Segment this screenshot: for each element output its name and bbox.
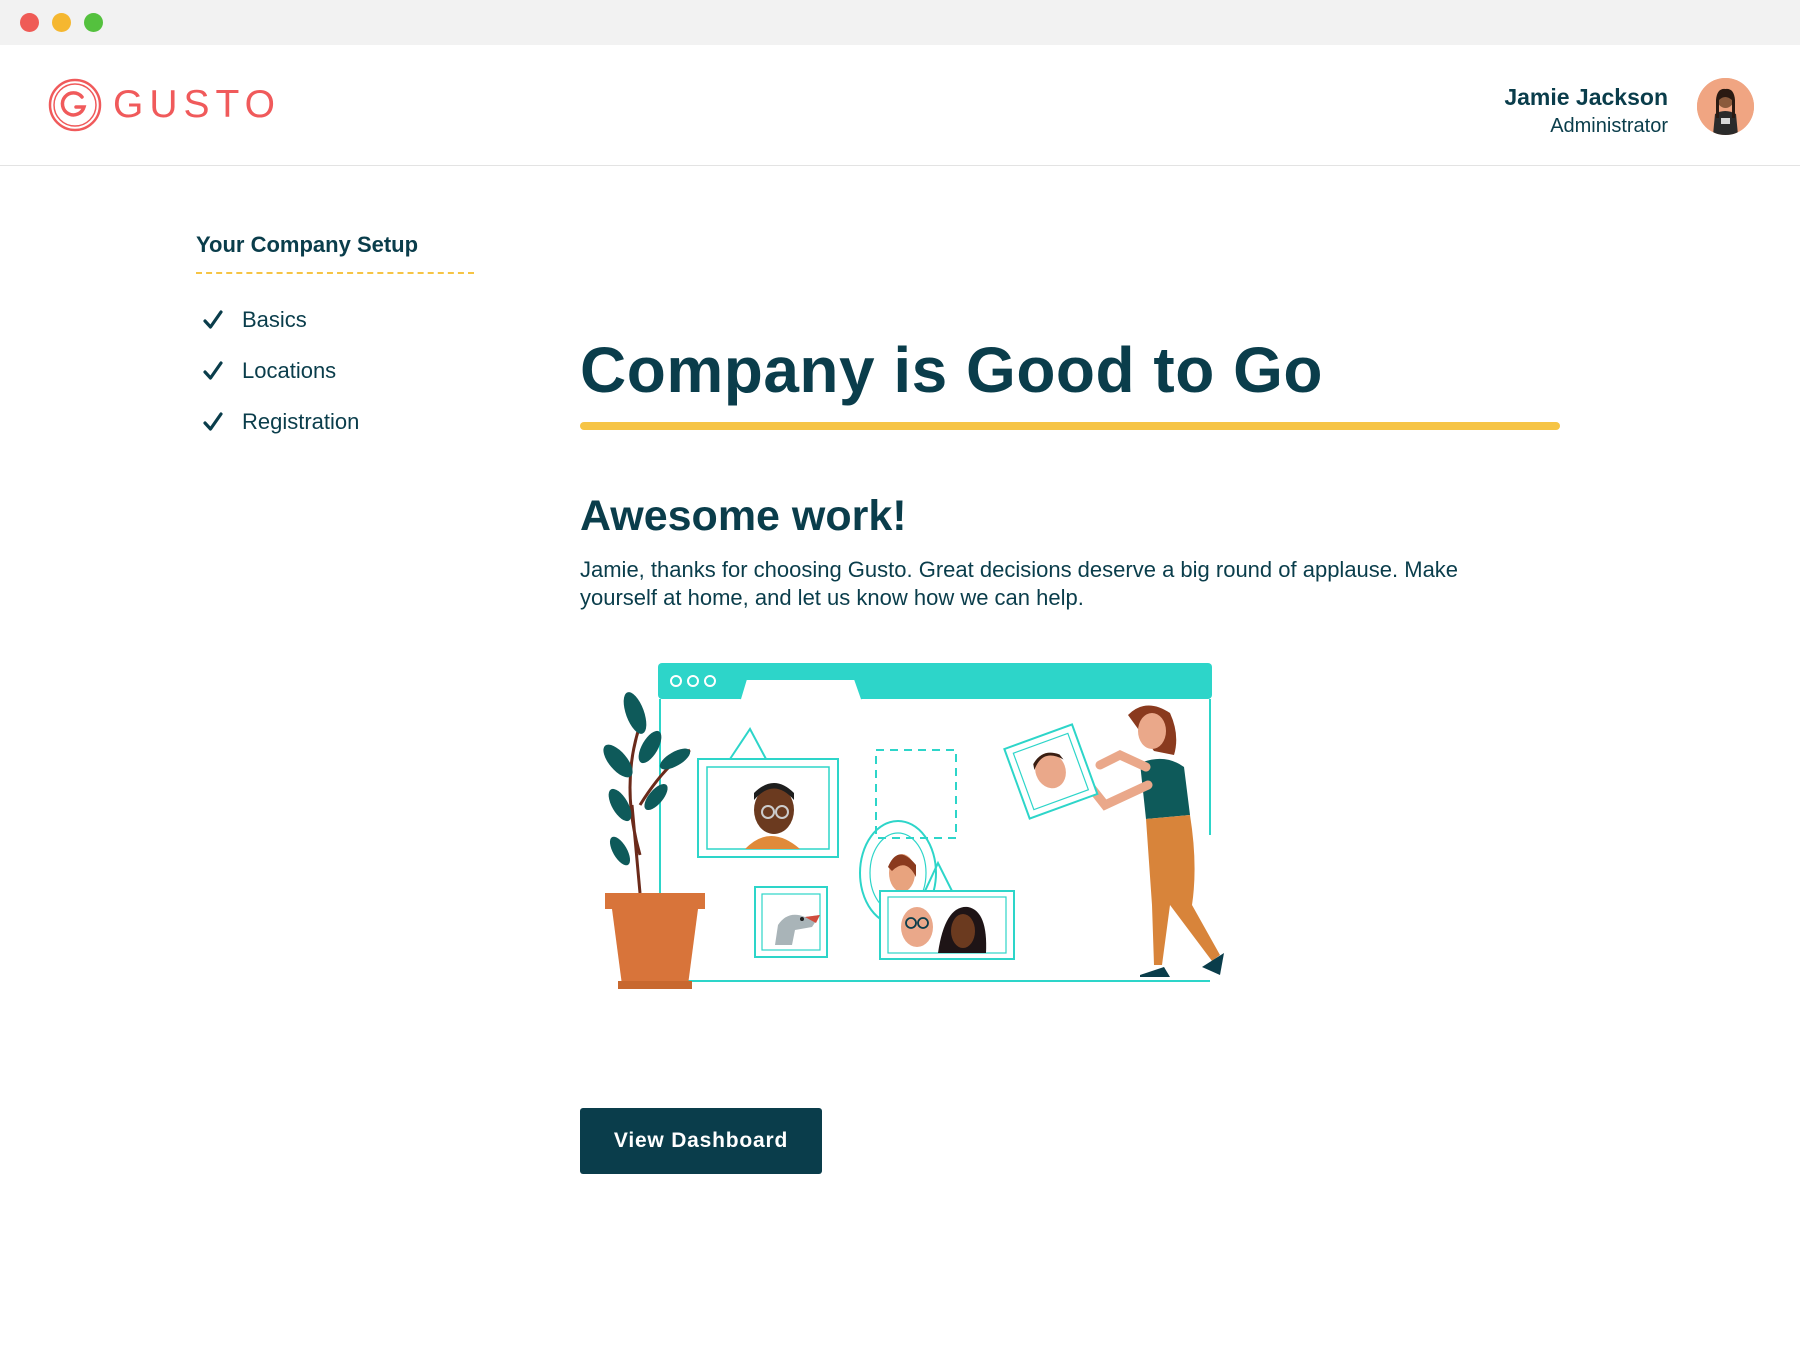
view-dashboard-button[interactable]: View Dashboard — [580, 1108, 822, 1174]
check-icon — [203, 411, 223, 431]
logo-text: GUSTO — [113, 83, 281, 126]
check-icon — [203, 360, 223, 380]
sidebar-title: Your Company Setup — [196, 232, 474, 274]
user-role: Administrator — [1550, 115, 1668, 137]
avatar-image — [1697, 78, 1754, 135]
page-title: Company is Good to Go — [580, 334, 1323, 406]
sidebar-item-basics[interactable]: Basics — [196, 294, 476, 345]
gusto-logo[interactable]: GUSTO — [47, 77, 281, 133]
celebration-illustration — [603, 663, 1224, 989]
setup-steps-list: Basics Locations Registration — [196, 294, 476, 447]
avatar[interactable] — [1697, 78, 1754, 135]
main-content: Company is Good to Go Awesome work! Jami… — [580, 330, 1560, 612]
window-titlebar — [0, 0, 1800, 45]
user-name: Jamie Jackson — [1504, 84, 1668, 110]
sidebar-item-locations[interactable]: Locations — [196, 345, 476, 396]
sidebar-item-label: Locations — [242, 357, 337, 383]
sidebar-item-label: Registration — [242, 408, 360, 434]
app-header: GUSTO Jamie Jackson Administrator — [0, 45, 1800, 166]
close-window-button[interactable] — [20, 13, 39, 32]
check-icon — [203, 309, 223, 329]
potted-plant — [603, 692, 705, 989]
portrait-frame-dog — [754, 886, 828, 958]
portrait-frame-held — [1003, 723, 1099, 820]
subtitle: Awesome work! — [580, 492, 907, 540]
title-underline — [580, 422, 1560, 430]
minimize-window-button[interactable] — [52, 13, 71, 32]
sidebar-item-label: Basics — [242, 306, 307, 332]
welcome-message: Jamie, thanks for choosing Gusto. Great … — [580, 557, 1459, 610]
woman-figure — [1081, 705, 1224, 977]
user-info[interactable]: Jamie Jackson Administrator — [1504, 82, 1668, 140]
gusto-logo-icon — [48, 78, 102, 132]
sidebar-item-registration[interactable]: Registration — [196, 396, 476, 447]
setup-sidebar: Your Company Setup Basics Locations Regi… — [196, 232, 476, 447]
maximize-window-button[interactable] — [84, 13, 103, 32]
portrait-frame-man — [697, 727, 839, 858]
